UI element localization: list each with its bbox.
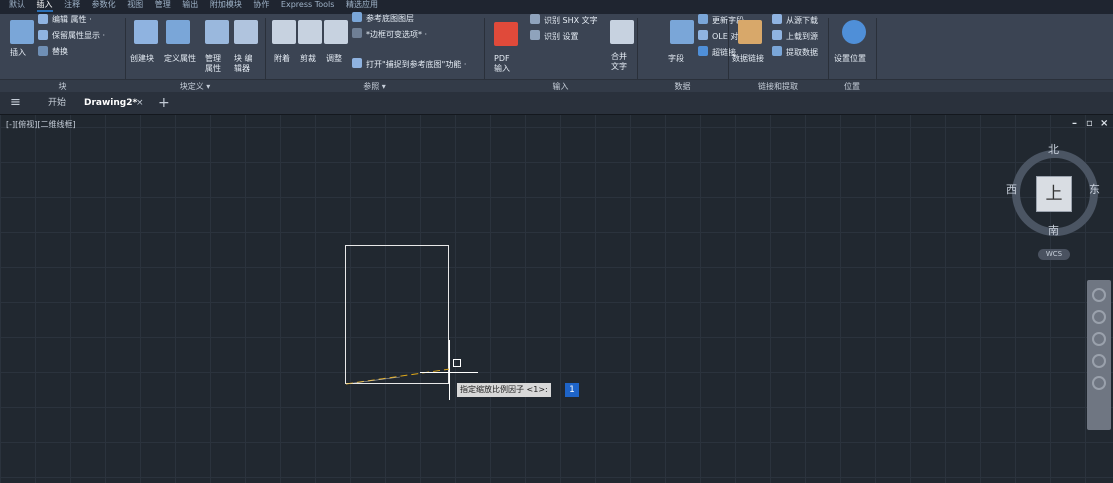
rubber-band-line (345, 368, 451, 385)
dynamic-input-prompt: 指定缩放比例因子 <1>: (457, 383, 551, 397)
dynamic-input-field[interactable]: 1 (565, 383, 579, 397)
crosshair-vertical (449, 340, 450, 400)
crosshair-horizontal (420, 372, 478, 373)
pickbox-icon (453, 359, 461, 367)
